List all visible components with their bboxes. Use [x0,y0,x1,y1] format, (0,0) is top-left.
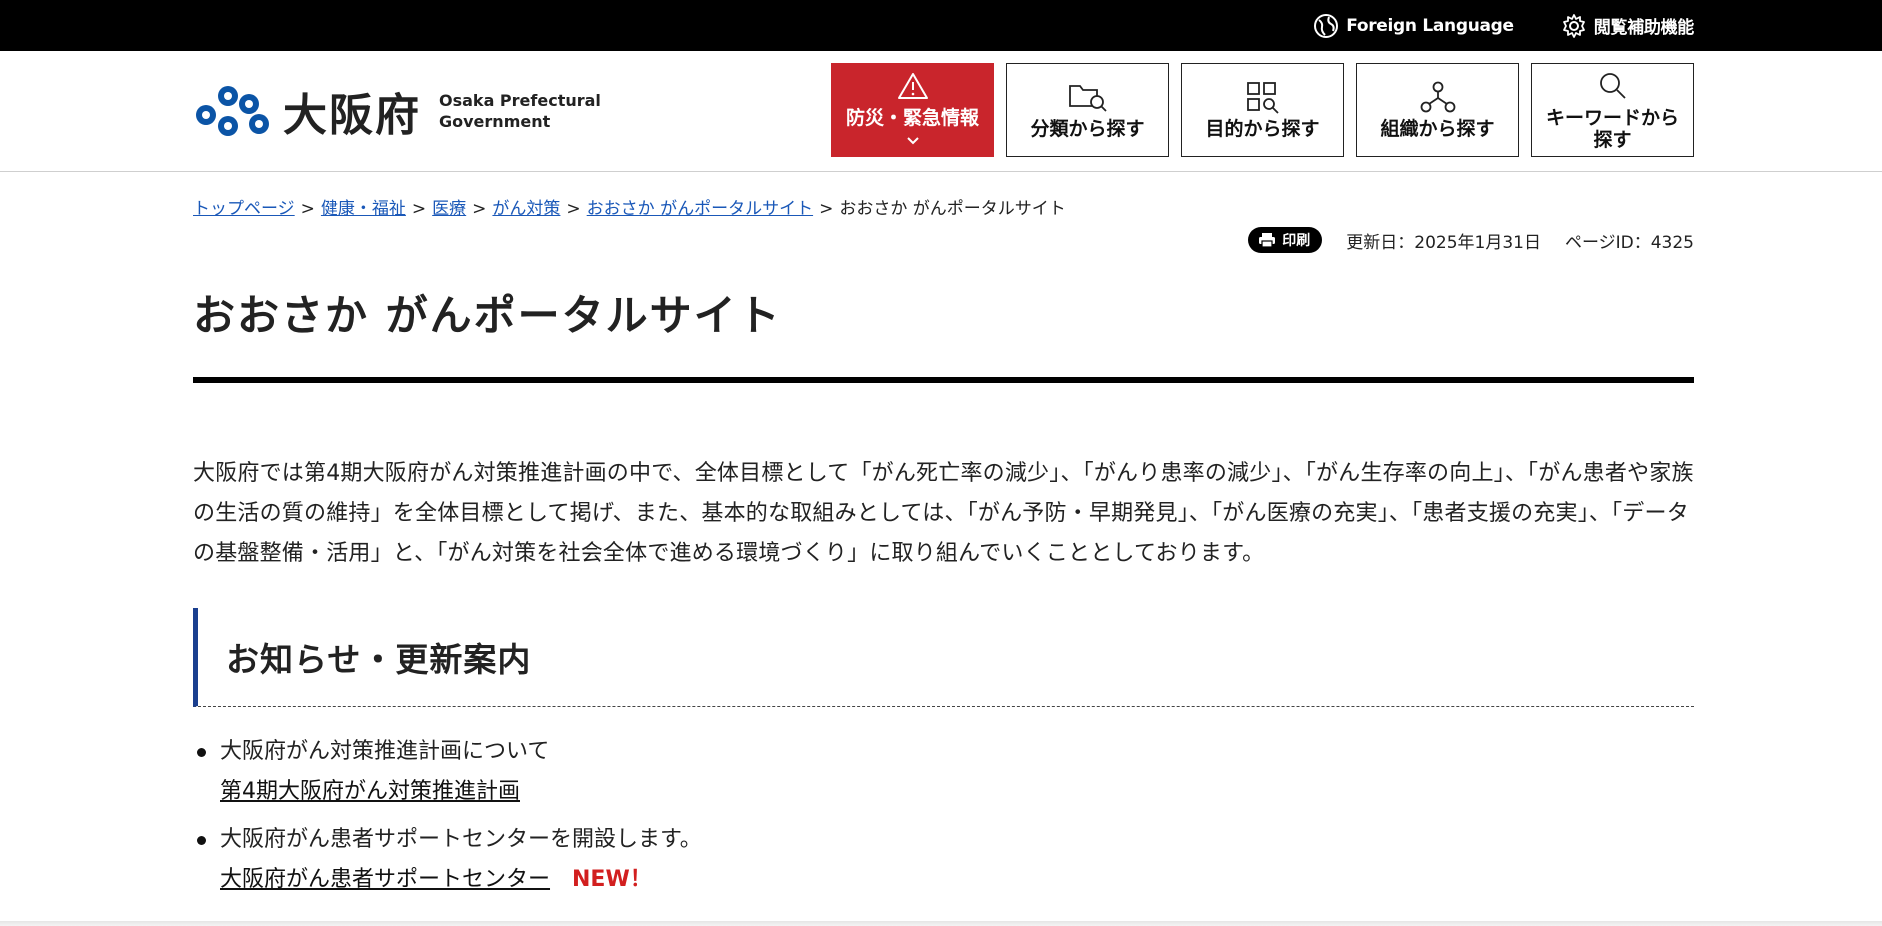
logo-english: Osaka Prefectural Government [439,90,601,132]
keyword-search-label-line2: 探す [1593,129,1632,151]
keyword-search-label-line1: キーワードから [1545,107,1679,129]
accessibility-link[interactable]: 閲覧補助機能 [1560,12,1694,40]
breadcrumb-current: おおさか がんポータルサイト [839,199,1066,219]
page-title: おおさか がんポータルサイト [193,291,782,340]
folder-search-icon [1067,80,1109,114]
new-badge: NEW！ [572,867,652,892]
section-heading: お知らせ・更新案内 [193,608,1694,707]
main-nav: 防災・緊急情報 分類から探す 目的から探す 組織から探す キーワードから 探す [819,63,1694,157]
gear-icon [1560,12,1588,40]
foreign-language-label: Foreign Language [1346,15,1514,36]
organization-icon [1419,80,1457,114]
breadcrumb: トップページ > 健康・福祉 > 医療 > がん対策 > おおさか がんポータルサイト > おおさか… [193,194,1066,219]
grid-search-icon [1245,80,1281,114]
breadcrumb-separator: > [819,199,834,219]
news-item: 大阪府がん患者サポートセンターを開設します。 大阪府がん患者サポートセンター NE… [193,820,1694,900]
emergency-info-button[interactable]: 防災・緊急情報 [831,63,994,157]
news-item-link[interactable]: 第4期大阪府がん対策推進計画 [220,779,520,804]
breadcrumb-health-welfare[interactable]: 健康・福祉 [321,199,406,219]
chevron-down-icon [906,129,920,151]
breadcrumb-separator: > [300,199,315,219]
breadcrumb-separator: > [411,199,427,219]
news-item-text: 大阪府がん対策推進計画について [220,739,550,764]
breadcrumb-cancer-portal[interactable]: おおさか がんポータルサイト [587,199,813,219]
breadcrumb-top[interactable]: トップページ [193,199,295,219]
foreign-language-link[interactable]: Foreign Language [1312,12,1514,40]
browse-by-purpose-button[interactable]: 目的から探す [1181,63,1344,157]
page-id: ページID：4325 [1564,232,1694,253]
top-utility-bar: Foreign Language 閲覧補助機能 [0,0,1882,51]
breadcrumb-separator: > [472,199,487,219]
browse-by-category-button[interactable]: 分類から探す [1006,63,1169,157]
osaka-emblem-icon [196,86,269,136]
browse-by-organization-label: 組織から探す [1380,118,1495,140]
accessibility-label: 閲覧補助機能 [1593,18,1695,38]
page-meta: 印刷 更新日：2025年1月31日 ページID：4325 [1248,227,1694,253]
news-list: 大阪府がん対策推進計画について 第4期大阪府がん対策推進計画 大阪府がん患者サポ… [193,732,1694,908]
browse-by-organization-button[interactable]: 組織から探す [1356,63,1519,157]
printer-icon [1258,232,1276,248]
news-item-text: 大阪府がん患者サポートセンターを開設します。 [220,827,702,852]
intro-paragraph: 大阪府では第4期大阪府がん対策推進計画の中で、全体目標として「がん死亡率の減少」… [193,461,1694,566]
osaka-logo[interactable]: 大阪府 Osaka Prefectural Government [193,79,601,143]
print-button[interactable]: 印刷 [1248,227,1323,253]
site-header: 大阪府 Osaka Prefectural Government 防災・緊急情報… [0,51,1882,172]
browse-by-category-label: 分類から探す [1030,118,1145,140]
logo-english-line1: Osaka Prefectural [439,91,601,110]
news-item: 大阪府がん対策推進計画について 第4期大阪府がん対策推進計画 [193,732,1694,812]
section-title: お知らせ・更新案内 [226,640,532,679]
search-icon [1596,69,1630,103]
breadcrumb-medical[interactable]: 医療 [432,199,466,219]
updated-date: 更新日：2025年1月31日 [1346,232,1541,253]
logo-english-line2: Government [439,112,551,131]
print-label: 印刷 [1282,233,1311,249]
logo-kanji: 大阪府 [283,90,421,141]
title-divider [193,377,1694,383]
breadcrumb-separator: > [566,199,581,219]
warning-icon [896,69,930,103]
globe-icon [1312,12,1340,40]
page-bottom-edge [0,921,1882,926]
emergency-info-label: 防災・緊急情報 [845,107,979,129]
keyword-search-button[interactable]: キーワードから 探す [1531,63,1694,157]
browse-by-purpose-label: 目的から探す [1205,118,1320,140]
news-item-link[interactable]: 大阪府がん患者サポートセンター [220,867,550,892]
breadcrumb-cancer-measures[interactable]: がん対策 [492,199,560,219]
